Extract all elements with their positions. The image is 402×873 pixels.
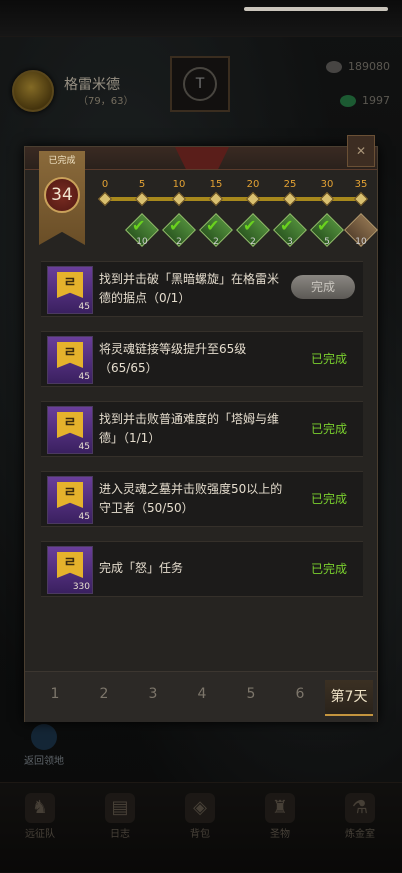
task-status: 已完成: [311, 422, 348, 436]
milestone-reward[interactable]: ✔ 10: [125, 213, 159, 247]
task-points: 45: [78, 442, 90, 452]
task-description: 将灵魂链接等级提升至65级（65/65）: [99, 342, 247, 375]
milestone-marker: [208, 191, 224, 207]
milestone-value: 20: [246, 179, 260, 190]
task-row: ㄹ 45 找到并击败普通难度的「塔姆与维德」（1/1） 已完成: [41, 401, 363, 457]
day-tabs: 1 2 3 4 5 6 第7天: [25, 671, 377, 722]
day-tab[interactable]: 1: [35, 686, 75, 702]
day-tab[interactable]: 4: [182, 686, 222, 702]
task-points: 45: [78, 372, 90, 382]
check-icon: ✔: [243, 216, 257, 235]
task-row: ㄹ 330 完成「怒」任务 已完成: [41, 541, 363, 597]
task-status: 已完成: [311, 352, 348, 366]
task-description: 完成「怒」任务: [99, 561, 184, 575]
milestone-value: 5: [138, 179, 146, 190]
check-icon: ✔: [132, 216, 146, 235]
milestone-value: 35: [354, 179, 368, 190]
check-icon: ✔: [317, 216, 331, 235]
milestone-marker: [245, 191, 261, 207]
banner-icon: ㄹ: [57, 482, 83, 508]
reward-count: 5: [324, 237, 330, 247]
task-reward-icon: ㄹ 45: [47, 406, 93, 454]
reward-count: 10: [136, 237, 148, 247]
milestone-marker: [171, 191, 187, 207]
milestone-marker: [134, 191, 150, 207]
home-indicator: [244, 7, 388, 11]
task-description: 找到并击败普通难度的「塔姆与维德」（1/1）: [99, 412, 280, 445]
task-row: ㄹ 45 进入灵魂之墓并击败强度50以上的守卫者（50/50） 已完成: [41, 471, 363, 527]
task-row: ㄹ 45 找到并击破「黑暗螺旋」在格雷米德的据点（0/1） 完成: [41, 261, 363, 317]
task-points: 330: [72, 582, 90, 592]
milestone-marker: [282, 191, 298, 207]
crest-icon: [175, 147, 229, 169]
reward-count: 2: [250, 237, 256, 247]
milestone-reward[interactable]: 10: [344, 213, 378, 247]
milestone-value: 30: [320, 179, 334, 190]
task-reward-icon: ㄹ 45: [47, 336, 93, 384]
milestone-value: 15: [209, 179, 223, 190]
points-value: 34: [44, 177, 80, 213]
task-points: 45: [78, 512, 90, 522]
milestone-reward[interactable]: ✔ 3: [273, 213, 307, 247]
milestone-value: 25: [283, 179, 297, 190]
task-points: 45: [78, 302, 90, 312]
task-reward-icon: ㄹ 330: [47, 546, 93, 594]
reward-count: 2: [213, 237, 219, 247]
check-icon: ✔: [206, 216, 220, 235]
milestone-marker: [97, 191, 113, 207]
banner-icon: ㄹ: [57, 272, 83, 298]
banner-icon: ㄹ: [57, 552, 83, 578]
completed-badge: 已完成: [48, 156, 76, 166]
task-description: 找到并击破「黑暗螺旋」在格雷米德的据点（0/1）: [99, 272, 280, 305]
check-icon: ✔: [280, 216, 294, 235]
reward-count: 3: [287, 237, 293, 247]
milestone-reward[interactable]: ✔ 2: [199, 213, 233, 247]
daily-quest-panel: ✕ 已完成 34 0 5 10 15 20 25 30 35 ✔ 10 ✔ 2 ✔ 2 ✔ 2 ✔ 3 ✔ 5 10 …: [24, 135, 378, 722]
reward-count: 10: [355, 237, 367, 247]
day-tab[interactable]: 6: [280, 686, 320, 702]
banner-icon: ㄹ: [57, 342, 83, 368]
banner-icon: ㄹ: [57, 412, 83, 438]
check-icon: ✔: [169, 216, 183, 235]
task-status: 已完成: [311, 492, 348, 506]
milestone-value: 0: [101, 179, 109, 190]
task-reward-icon: ㄹ 45: [47, 266, 93, 314]
day-tab[interactable]: 第7天: [325, 680, 373, 716]
complete-button[interactable]: 完成: [291, 275, 355, 299]
milestone-value: 10: [172, 179, 186, 190]
milestone-reward[interactable]: ✔ 2: [236, 213, 270, 247]
task-status: 已完成: [311, 562, 348, 576]
milestone-marker: [319, 191, 335, 207]
close-button[interactable]: ✕: [347, 135, 375, 167]
task-row: ㄹ 45 将灵魂链接等级提升至65级（65/65） 已完成: [41, 331, 363, 387]
status-bar: [0, 0, 402, 37]
task-description: 进入灵魂之墓并击败强度50以上的守卫者（50/50）: [99, 482, 283, 515]
reward-count: 2: [176, 237, 182, 247]
day-tab[interactable]: 3: [133, 686, 173, 702]
milestone-marker: [353, 191, 369, 207]
milestone-reward[interactable]: ✔ 5: [310, 213, 344, 247]
day-tab[interactable]: 2: [84, 686, 124, 702]
day-tab[interactable]: 5: [231, 686, 271, 702]
task-reward-icon: ㄹ 45: [47, 476, 93, 524]
milestone-reward[interactable]: ✔ 2: [162, 213, 196, 247]
